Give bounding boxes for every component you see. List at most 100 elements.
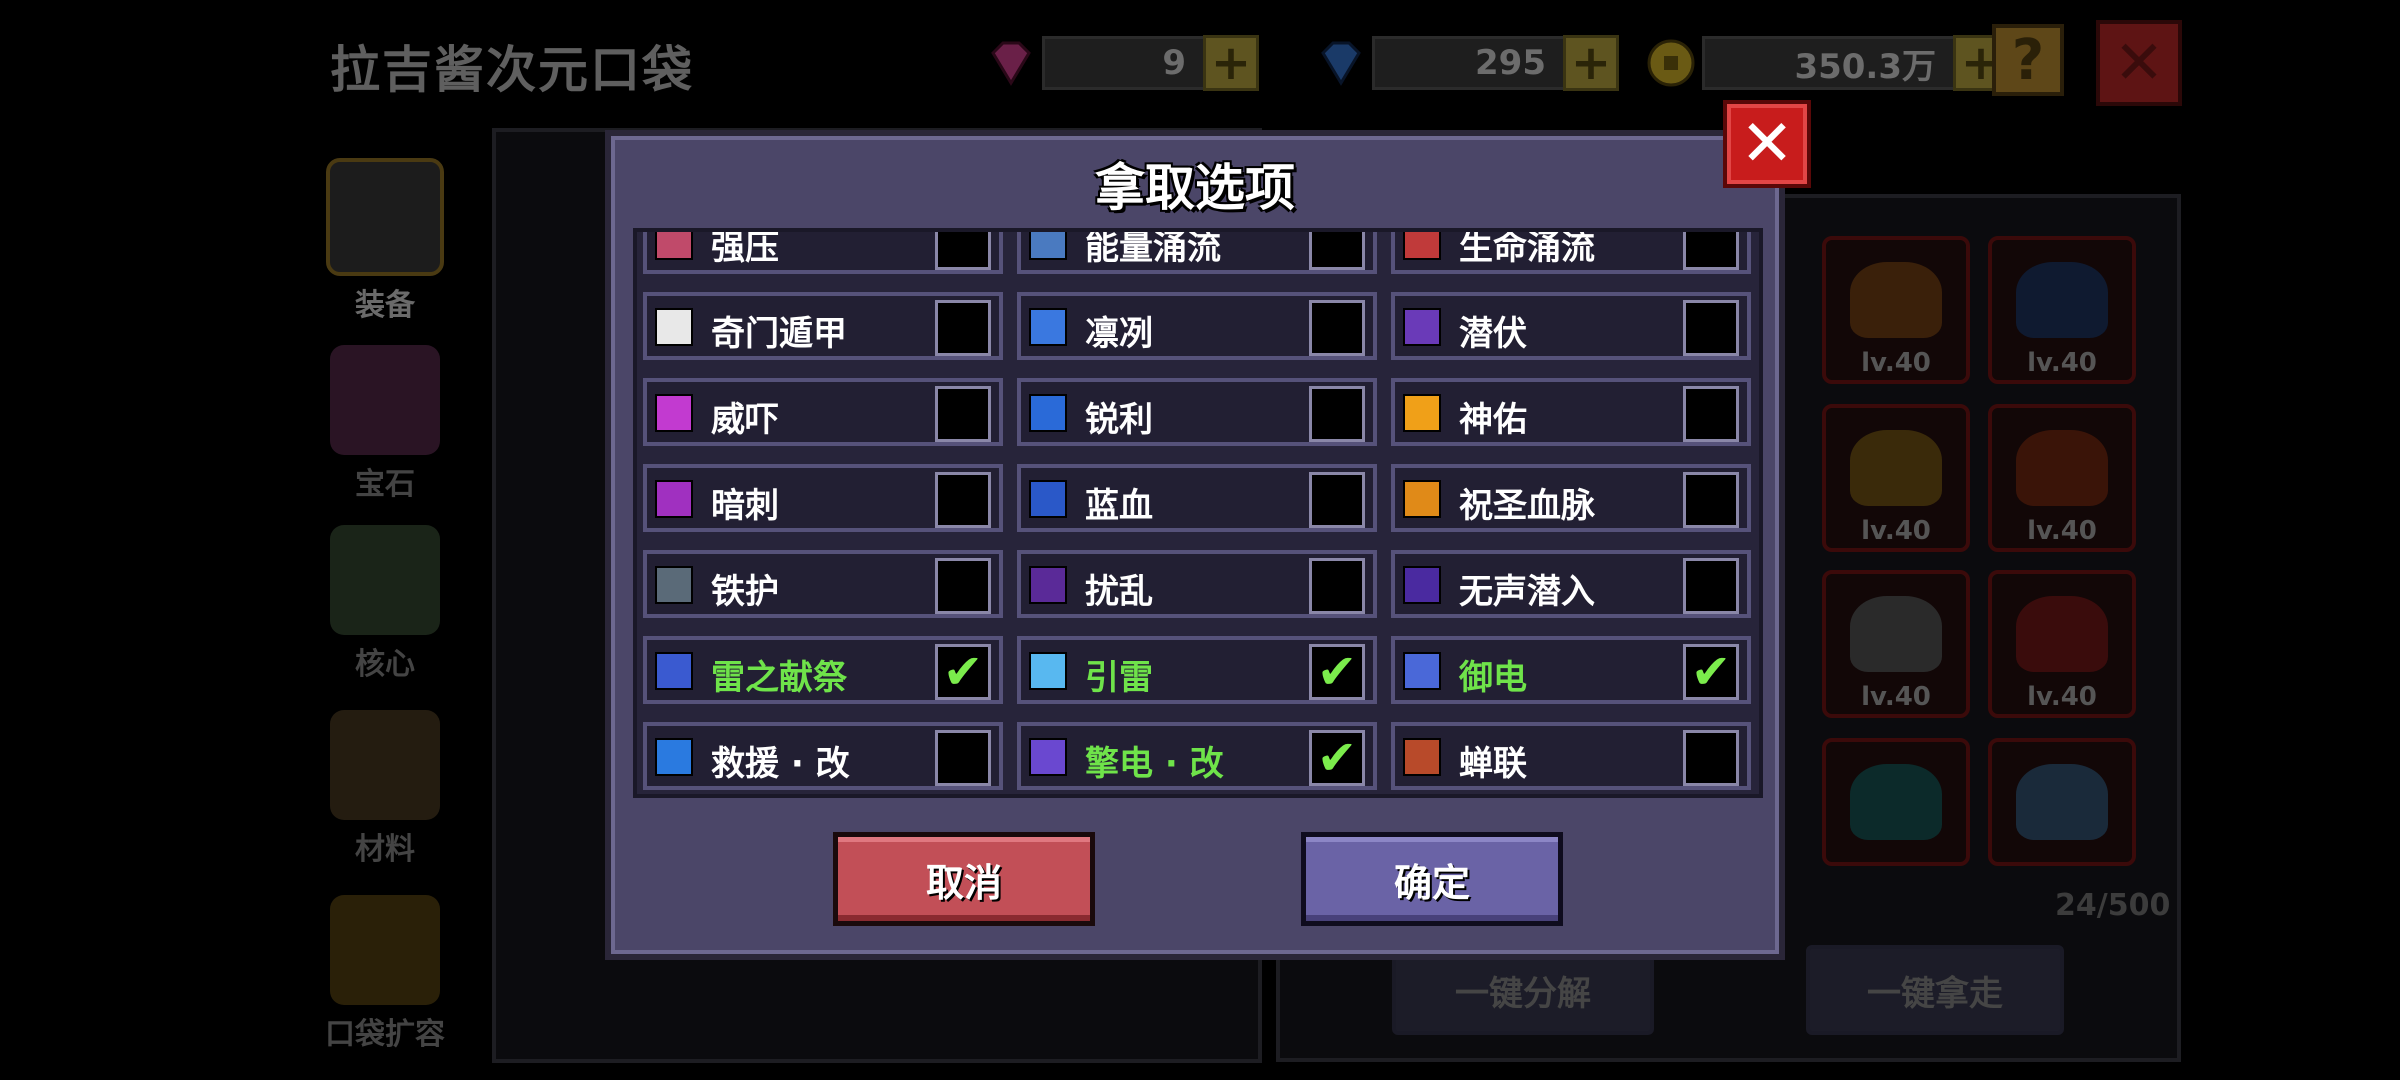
close-dialog-button[interactable]: ✕ [1723,100,1811,188]
option-checkbox[interactable] [1683,386,1739,442]
currency-value: 350.3万 [1702,36,1957,90]
option-label: 暗刺 [711,486,779,526]
take-option[interactable]: 雷之献祭 ✔ [643,636,1003,704]
item-level: lv.40 [1861,348,1931,378]
help-button[interactable]: ? [1992,24,2064,96]
option-checkbox[interactable] [1683,558,1739,614]
bag-slot[interactable]: lv.40 [1822,236,1970,384]
take-option[interactable]: 潜伏 [1391,292,1751,360]
bag-slot[interactable]: lv.40 [1822,570,1970,718]
bulk-take-button[interactable]: 一键拿走 [1806,945,2064,1035]
sidebar-item-equipment[interactable]: 装备 [315,158,455,324]
option-label: 潜伏 [1459,314,1527,354]
take-option[interactable]: 锐利 [1017,378,1377,446]
option-checkbox[interactable] [935,730,991,786]
sidebar-item-label: 口袋扩容 [325,1017,445,1052]
option-label: 强压 [711,228,779,268]
sidebar-item-label: 材料 [355,832,415,867]
option-checkbox[interactable] [935,300,991,356]
dialog-title: 拿取选项 [1095,159,1295,217]
option-checkbox[interactable] [1683,232,1739,270]
sidebar-item-expand[interactable]: 口袋扩容 [315,895,455,1053]
take-option[interactable]: 御电 ✔ [1391,636,1751,704]
take-option[interactable]: 凛冽 [1017,292,1377,360]
item-icon [1850,262,1942,338]
option-checkbox[interactable] [1309,386,1365,442]
item-icon [2016,430,2108,506]
bag-slot[interactable]: lv.40 [1988,404,2136,552]
option-checkbox[interactable] [1309,300,1365,356]
currency-blue-gem: 295 + [1310,32,1619,94]
take-option[interactable]: 生命涌流 [1391,232,1751,274]
checkmark-icon: ✔ [1316,730,1358,786]
checkmark-icon: ✔ [1690,644,1732,700]
option-checkbox[interactable] [1683,300,1739,356]
bag-slot[interactable] [1988,738,2136,866]
take-option[interactable]: 扰乱 [1017,550,1377,618]
option-checkbox[interactable] [935,386,991,442]
add-pink-gem-button[interactable]: + [1203,35,1259,91]
option-checkbox[interactable] [1309,558,1365,614]
option-checkbox[interactable]: ✔ [1309,644,1365,700]
sidebar-item-core[interactable]: 核心 [315,525,455,683]
take-option[interactable]: 引雷 ✔ [1017,636,1377,704]
option-skill-icon [1403,394,1441,432]
cancel-button[interactable]: 取消 [833,832,1095,926]
currency-gold-coin: 350.3万 + [1640,32,2009,94]
take-option[interactable]: 强压 [643,228,1003,274]
checkmark-icon: ✔ [942,644,984,700]
option-label: 蓝血 [1085,486,1153,526]
take-option[interactable]: 蝉联 [1391,722,1751,790]
take-option[interactable]: 神佑 [1391,378,1751,446]
option-label: 无声潜入 [1459,572,1595,612]
item-level: lv.40 [1861,682,1931,712]
take-option[interactable]: 铁护 [643,550,1003,618]
bag-slot[interactable]: lv.40 [1988,236,2136,384]
option-skill-icon [655,652,693,690]
bag-slot[interactable]: lv.40 [1822,404,1970,552]
add-blue-gem-button[interactable]: + [1563,35,1619,91]
option-checkbox[interactable] [935,558,991,614]
take-option[interactable]: 威吓 [643,378,1003,446]
option-label: 擎电 · 改 [1085,744,1224,784]
take-option[interactable]: 能量涌流 [1017,232,1377,274]
material-icon [330,710,440,820]
option-checkbox[interactable] [1683,730,1739,786]
sidebar-item-material[interactable]: 材料 [315,710,455,868]
take-option[interactable]: 暗刺 [643,464,1003,532]
option-skill-icon [1029,566,1067,604]
sidebar-item-label: 核心 [355,647,415,682]
option-checkbox[interactable]: ✔ [1683,644,1739,700]
pink-gem-icon [980,32,1042,94]
option-skill-icon [655,480,693,518]
take-option[interactable]: 奇门遁甲 [643,292,1003,360]
bag-slot[interactable]: lv.40 [1988,570,2136,718]
item-level: lv.40 [1861,516,1931,546]
option-label: 雷之献祭 [711,658,847,698]
option-checkbox[interactable] [1309,232,1365,270]
take-option[interactable]: 祝圣血脉 [1391,464,1751,532]
option-checkbox[interactable]: ✔ [935,644,991,700]
sidebar-item-gem[interactable]: 宝石 [315,345,455,503]
option-label: 蝉联 [1459,744,1527,784]
option-checkbox[interactable] [1309,472,1365,528]
option-checkbox[interactable]: ✔ [1309,730,1365,786]
item-icon [1850,430,1942,506]
take-option[interactable]: 蓝血 [1017,464,1377,532]
option-checkbox[interactable] [935,232,991,270]
option-checkbox[interactable] [935,472,991,528]
bag-slot[interactable] [1822,738,1970,866]
option-skill-icon [655,308,693,346]
option-label: 神佑 [1459,400,1527,440]
item-level: lv.40 [2027,516,2097,546]
option-skill-icon [1403,738,1441,776]
options-list[interactable]: 强压 能量涌流 生命涌流奇门遁甲 凛冽 潜伏威吓 锐利 神佑暗刺 蓝血 祝圣血脉铁护 扰乱 无声潜入… [633,228,1763,798]
option-label: 奇门遁甲 [711,314,847,354]
take-option[interactable]: 救援 · 改 [643,722,1003,790]
close-pocket-button[interactable]: ✕ [2096,20,2182,106]
take-option[interactable]: 擎电 · 改 ✔ [1017,722,1377,790]
option-checkbox[interactable] [1683,472,1739,528]
item-icon [1850,764,1942,840]
take-option[interactable]: 无声潜入 [1391,550,1751,618]
confirm-button[interactable]: 确定 [1301,832,1563,926]
